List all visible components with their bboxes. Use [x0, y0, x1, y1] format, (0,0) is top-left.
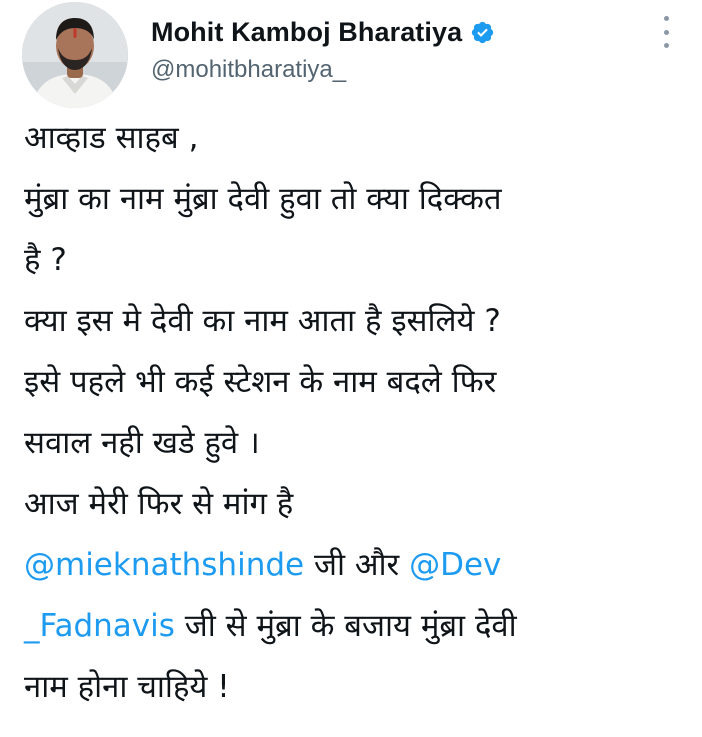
- profile-photo: [22, 2, 128, 108]
- tweet-line-mentions: @mieknathshinde जी और @Dev: [24, 535, 684, 596]
- mention-link-devfadnavis-start[interactable]: @Dev: [409, 547, 501, 583]
- display-name[interactable]: Mohit Kamboj Bharatiya: [151, 17, 462, 48]
- more-vertical-icon[interactable]: [654, 16, 678, 48]
- name-row: Mohit Kamboj Bharatiya: [151, 14, 495, 50]
- tweet-line: है ?: [24, 242, 67, 278]
- tweet-line: सवाल नही खडे हुवे ।: [24, 425, 260, 461]
- tweet-line: आव्हाड साहब ,: [24, 120, 199, 156]
- tweet-text: आव्हाड साहब , मुंब्रा का नाम मुंब्रा देव…: [24, 108, 684, 718]
- more-dot: [663, 16, 669, 21]
- tweet-inline-text: जी से मुंब्रा के बजाय मुंब्रा देवी: [174, 608, 517, 644]
- tweet-line: इसे पहले भी कई स्टेशन के नाम बदले फिर: [24, 364, 497, 400]
- mention-link-devfadnavis-end[interactable]: _Fadnavis: [24, 608, 175, 644]
- handle[interactable]: @mohitbharatiya_: [151, 56, 495, 84]
- tweet-line: आज मेरी फिर से मांग है: [24, 486, 294, 522]
- tweet-inline-text: जी और: [304, 547, 410, 583]
- tweet-line: मुंब्रा का नाम मुंब्रा देवी हुवा तो क्या…: [24, 181, 502, 217]
- tweet-line: क्या इस मे देवी का नाम आता है इसलिये ?: [24, 303, 501, 339]
- mention-link-eknathshinde[interactable]: @mieknathshinde: [24, 547, 304, 583]
- avatar[interactable]: [22, 2, 128, 108]
- tweet-line-mentions: _Fadnavis जी से मुंब्रा के बजाय मुंब्रा …: [24, 596, 684, 657]
- tweet-line: नाम होना चाहिये !: [24, 669, 230, 705]
- author-block: Mohit Kamboj Bharatiya @mohitbharatiya_: [151, 14, 495, 84]
- verified-badge-icon: [470, 20, 495, 45]
- tweet-card: Mohit Kamboj Bharatiya @mohitbharatiya_ …: [0, 0, 702, 737]
- more-dot: [663, 43, 669, 48]
- more-dot: [663, 29, 669, 35]
